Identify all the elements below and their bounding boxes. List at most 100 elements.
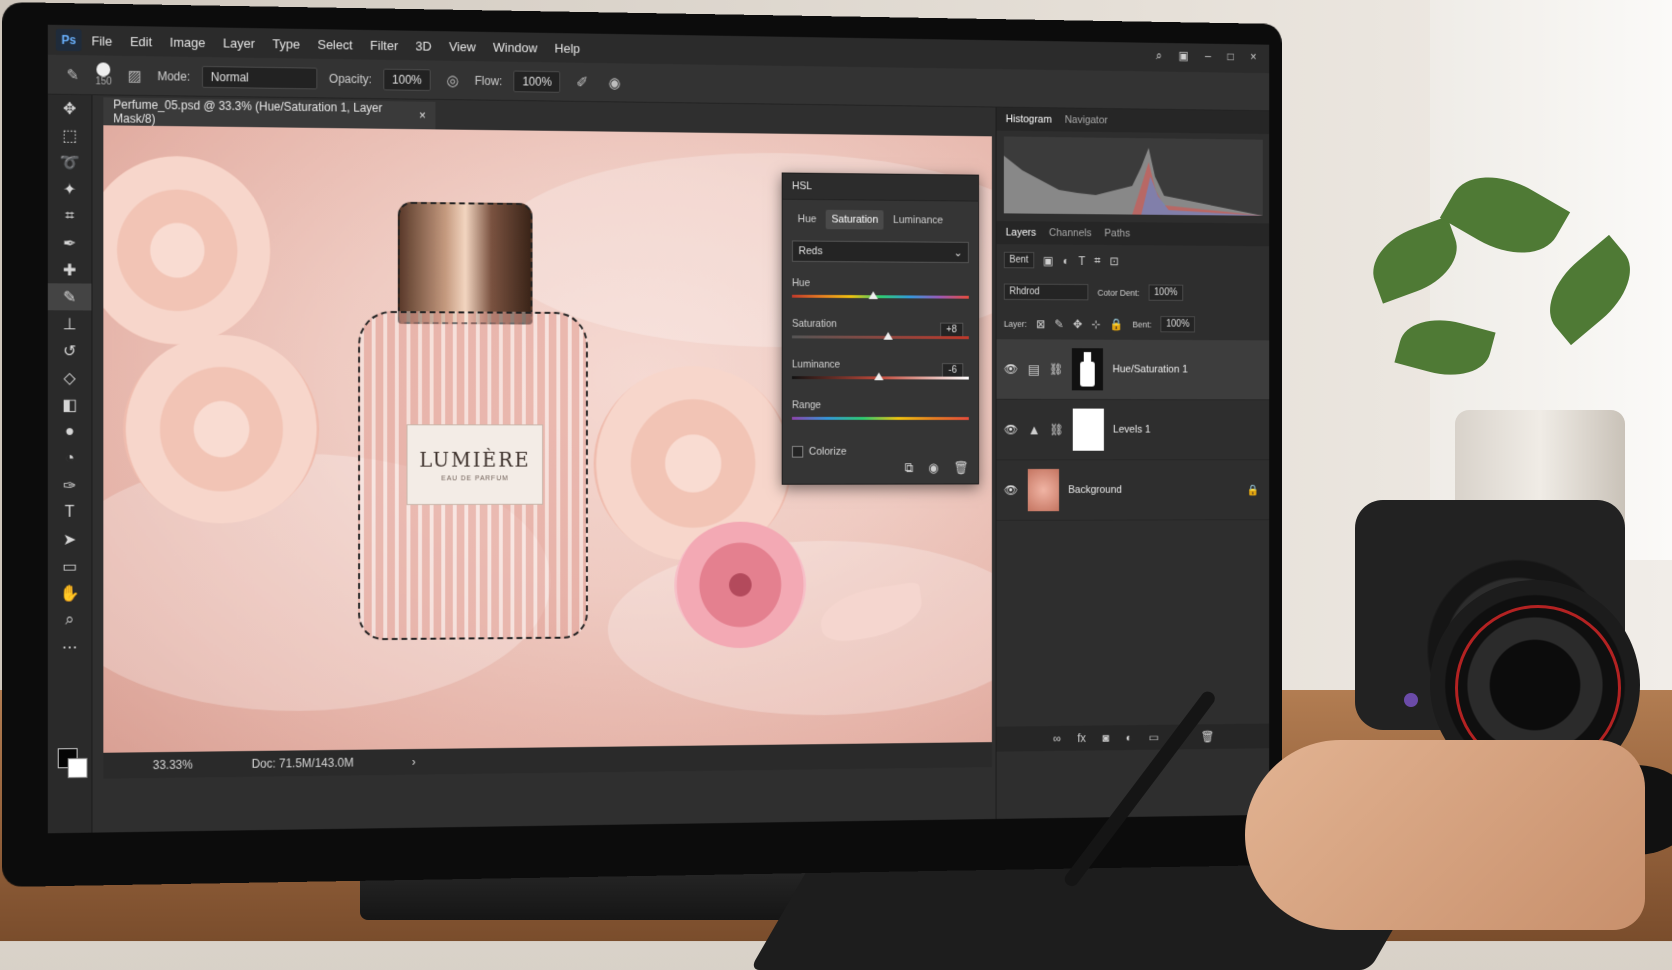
layer-row[interactable]: 👁 ▤ ⛓ Hue/Saturation 1 [996, 339, 1270, 401]
hue-slider[interactable]: Hue [791, 273, 969, 303]
lock-all-icon[interactable]: 🔒 [1110, 317, 1124, 330]
gradient-tool-icon[interactable]: ◧ [48, 391, 92, 418]
magic-wand-tool-icon[interactable]: ✦ [48, 175, 92, 202]
tab-histogram[interactable]: Histogram [1006, 113, 1052, 125]
layer-mask-thumbnail[interactable] [1072, 408, 1104, 451]
menu-3d[interactable]: 3D [415, 38, 431, 53]
marquee-tool-icon[interactable]: ⬚ [48, 122, 92, 149]
range-slider[interactable]: Range [791, 396, 969, 425]
trash-icon[interactable]: 🗑 [954, 460, 969, 475]
clone-stamp-tool-icon[interactable]: ⊥ [48, 310, 92, 337]
filter-pixel-icon[interactable]: ▣ [1043, 254, 1053, 268]
menu-edit[interactable]: Edit [130, 34, 152, 49]
lock-position-icon[interactable]: ✥ [1073, 317, 1082, 330]
brush-preset-picker[interactable]: 150 [95, 62, 112, 88]
document-tab[interactable]: Perfume_05.psd @ 33.3% (Hue/Saturation 1… [103, 97, 436, 130]
colorize-option[interactable]: Colorize [791, 445, 969, 458]
crop-tool-icon[interactable]: ⌗ [48, 202, 92, 229]
pressure-opacity-icon[interactable]: ◎ [442, 69, 463, 91]
menu-image[interactable]: Image [170, 34, 206, 49]
filter-adjustment-icon[interactable]: ◐ [1063, 254, 1070, 267]
eyedropper-tool-icon[interactable]: ✒ [48, 229, 92, 256]
layer-opacity-input[interactable]: 100% [1148, 284, 1183, 301]
background-color-swatch[interactable] [67, 757, 88, 779]
link-layers-icon[interactable]: ∞ [1053, 732, 1061, 746]
tab-navigator[interactable]: Navigator [1065, 114, 1108, 126]
link-icon[interactable]: ⛓ [1050, 423, 1064, 436]
dodge-tool-icon[interactable]: ◔ [48, 445, 92, 472]
rectangle-tool-icon[interactable]: ▭ [48, 553, 92, 580]
brush-tool-icon[interactable]: ✎ [62, 63, 84, 85]
tab-layers[interactable]: Layers [1006, 227, 1036, 239]
lock-artboard-icon[interactable]: ⊹ [1091, 317, 1100, 330]
saturation-value[interactable]: +8 [939, 322, 964, 338]
menu-layer[interactable]: Layer [223, 35, 255, 50]
type-tool-icon[interactable]: T [48, 499, 92, 526]
luminance-value[interactable]: -6 [942, 363, 964, 378]
visibility-eye-icon[interactable]: 👁 [1004, 362, 1019, 375]
hand-tool-icon[interactable]: ✋ [48, 580, 92, 607]
menu-help[interactable]: Help [555, 40, 581, 55]
maximize-icon[interactable]: □ [1227, 50, 1234, 64]
menu-file[interactable]: File [91, 33, 112, 48]
menu-view[interactable]: View [449, 39, 476, 54]
luminance-thumb[interactable] [874, 372, 884, 381]
more-tools-icon[interactable]: ⋯ [48, 633, 92, 660]
opacity-input[interactable]: 100% [383, 68, 431, 91]
lasso-tool-icon[interactable]: ➰ [48, 149, 92, 176]
add-mask-icon[interactable]: ◙ [1102, 731, 1109, 744]
new-group-icon[interactable]: ▭ [1148, 731, 1158, 744]
link-icon[interactable]: ⛓ [1049, 362, 1063, 375]
layer-style-icon[interactable]: fx [1077, 731, 1086, 745]
visibility-eye-icon[interactable]: 👁 [1004, 483, 1019, 496]
layer-name[interactable]: Hue/Saturation 1 [1113, 364, 1188, 376]
tab-luminance[interactable]: Luminance [888, 210, 949, 230]
lock-image-icon[interactable]: ✎ [1055, 317, 1064, 330]
tab-saturation[interactable]: Saturation [825, 209, 884, 230]
layer-kind-filter[interactable]: Bent [1003, 251, 1034, 269]
visibility-eye-icon[interactable]: 👁 [1004, 423, 1019, 436]
layer-name[interactable]: Background [1068, 484, 1122, 496]
layer-name[interactable]: Levels 1 [1113, 424, 1150, 435]
pressure-size-icon[interactable]: ◉ [604, 71, 625, 93]
delete-layer-icon[interactable]: 🗑 [1201, 730, 1215, 744]
layer-row[interactable]: 👁 ▲ ⛓ Levels 1 [996, 399, 1270, 461]
move-tool-icon[interactable]: ✥ [48, 95, 92, 123]
path-selection-tool-icon[interactable]: ➤ [48, 526, 92, 553]
filter-shape-icon[interactable]: ⌗ [1094, 253, 1100, 267]
hue-thumb[interactable] [868, 291, 878, 300]
luminance-slider[interactable]: Luminance -6 [791, 355, 969, 385]
airbrush-icon[interactable]: ✐ [572, 71, 593, 93]
fill-input[interactable]: 100% [1160, 316, 1195, 333]
brush-tool-icon[interactable]: ✎ [47, 283, 92, 311]
flow-input[interactable]: 100% [513, 70, 561, 93]
pen-tool-icon[interactable]: ✑ [48, 472, 92, 499]
menu-type[interactable]: Type [272, 36, 300, 51]
view-previous-icon[interactable]: ◉ [928, 460, 939, 475]
layer-thumbnail[interactable] [1027, 468, 1060, 512]
colorize-checkbox[interactable] [791, 445, 804, 458]
tab-channels[interactable]: Channels [1049, 227, 1092, 239]
minimize-icon[interactable]: – [1205, 49, 1211, 63]
blend-mode-select[interactable]: Rhdrod [1003, 283, 1089, 301]
zoom-tool-icon[interactable]: ⌕ [48, 606, 92, 633]
layer-row[interactable]: 👁 Background 🔒 [996, 460, 1270, 521]
search-icon[interactable]: ⌕ [1156, 49, 1162, 63]
mode-select[interactable]: Normal [201, 65, 318, 89]
new-adjustment-icon[interactable]: ◐ [1125, 731, 1132, 744]
history-brush-tool-icon[interactable]: ↺ [48, 337, 92, 364]
close-icon[interactable]: × [1250, 50, 1256, 64]
filter-smart-icon[interactable]: ⊡ [1110, 254, 1119, 267]
filter-type-icon[interactable]: T [1078, 254, 1085, 267]
saturation-thumb[interactable] [883, 331, 893, 340]
brush-settings-icon[interactable]: ▨ [124, 64, 146, 86]
tab-hue[interactable]: Hue [792, 209, 822, 229]
status-menu-arrow-icon[interactable]: › [412, 755, 416, 769]
channel-select[interactable]: Reds ⌄ [791, 240, 969, 264]
saturation-slider[interactable]: Saturation +8 [791, 314, 969, 344]
eraser-tool-icon[interactable]: ◇ [48, 364, 92, 391]
menu-select[interactable]: Select [318, 37, 353, 52]
workspace-icon[interactable]: ▣ [1178, 49, 1188, 63]
tab-paths[interactable]: Paths [1104, 228, 1130, 240]
close-document-icon[interactable]: × [419, 109, 426, 123]
